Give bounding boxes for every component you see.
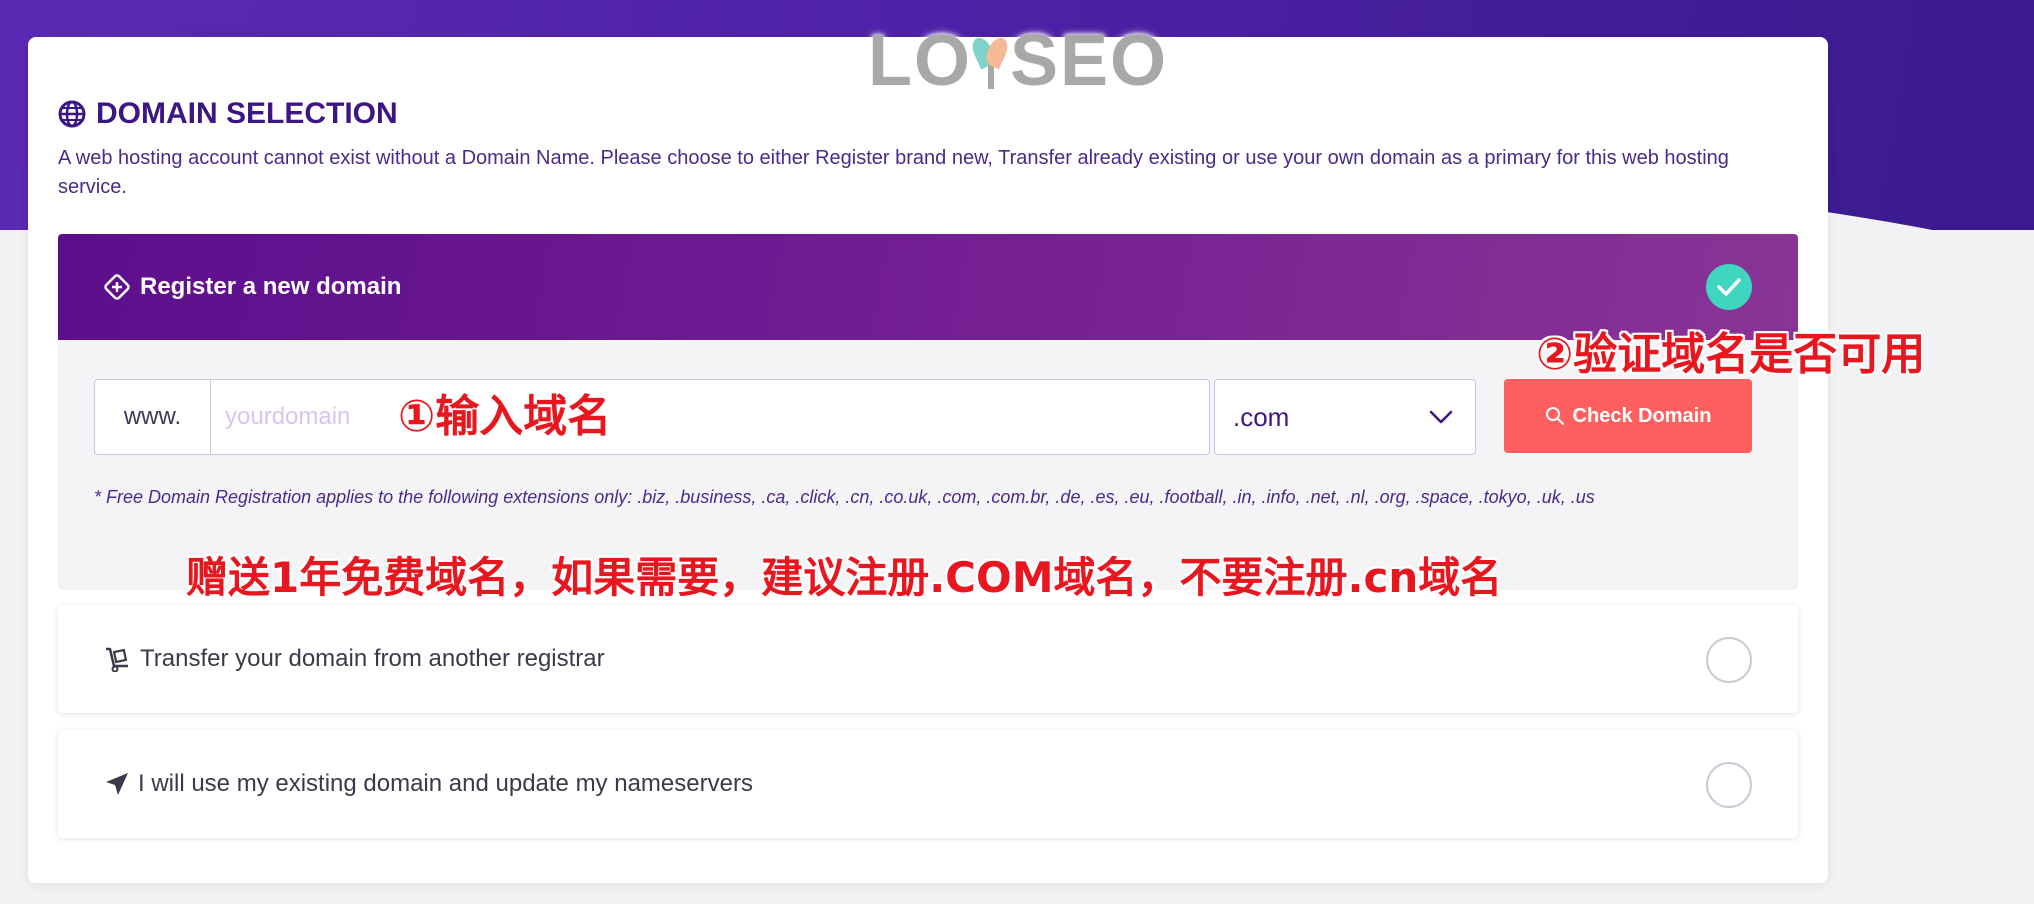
section-description: A web hosting account cannot exist witho…	[58, 147, 1729, 198]
section-title: DOMAIN SELECTION	[58, 94, 398, 134]
check-domain-label: Check Domain	[1572, 404, 1712, 427]
search-icon	[1545, 407, 1564, 425]
section-title-text: DOMAIN SELECTION	[96, 97, 398, 130]
plus-square-icon	[104, 274, 130, 300]
selected-check-icon	[1706, 264, 1752, 310]
logo-text-left: LO	[868, 21, 972, 101]
annotation-step1: ①输入域名	[398, 391, 612, 442]
transfer-domain-option[interactable]: Transfer your domain from another regist…	[58, 605, 1798, 713]
register-domain-label: Register a new domain	[140, 273, 402, 300]
check-domain-button[interactable]: Check Domain	[1504, 379, 1752, 453]
existing-domain-label: I will use my existing domain and update…	[138, 770, 753, 797]
tld-selected-value: .com	[1233, 401, 1290, 432]
transfer-domain-label: Transfer your domain from another regist…	[140, 645, 605, 672]
domain-search-row: www. .com Check Domain	[94, 379, 1774, 455]
logo-text-right: SEO	[1009, 21, 1168, 101]
free-domain-note: * Free Domain Registration applies to th…	[94, 487, 1595, 507]
chevron-down-icon	[1429, 410, 1453, 424]
annotation-note: 赠送1年免费域名，如果需要，建议注册.COM域名，不要注册.cn域名	[186, 553, 1503, 602]
loyseo-logo: LO SEO	[868, 21, 1168, 101]
existing-domain-option[interactable]: I will use my existing domain and update…	[58, 730, 1798, 838]
register-domain-panel: Register a new domain www. .com Check Do…	[58, 234, 1798, 590]
tld-select[interactable]: .com	[1214, 379, 1476, 455]
www-prefix: www.	[94, 379, 210, 455]
paper-plane-icon	[106, 773, 128, 795]
domain-name-input[interactable]	[210, 379, 1210, 455]
leaf-icon	[974, 33, 1008, 89]
globe-icon	[58, 100, 86, 128]
existing-radio[interactable]	[1706, 762, 1752, 808]
dolly-icon	[106, 647, 128, 672]
transfer-radio[interactable]	[1706, 637, 1752, 683]
annotation-step2: ②验证域名是否可用	[1536, 329, 1926, 380]
